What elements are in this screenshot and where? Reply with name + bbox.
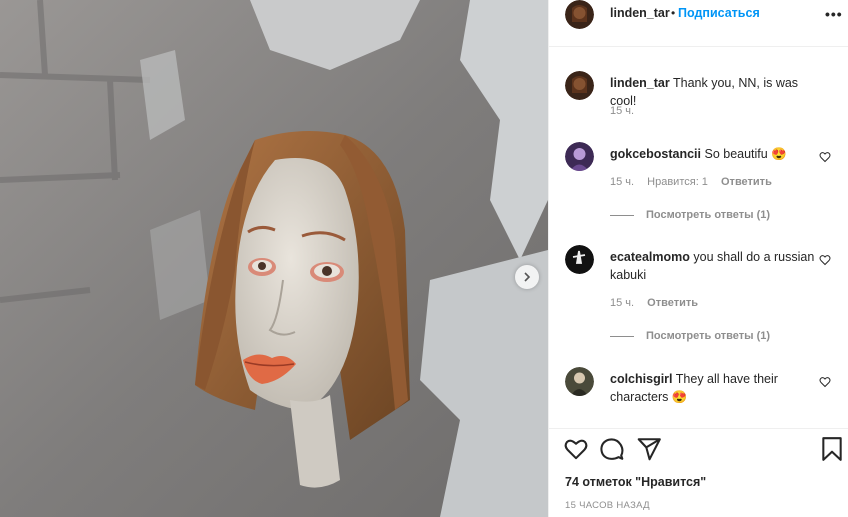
post-timestamp[interactable]: 15 ЧАСОВ НАЗАД bbox=[565, 500, 650, 511]
avatar[interactable] bbox=[565, 367, 594, 396]
bookmark-icon[interactable] bbox=[819, 436, 845, 462]
share-icon[interactable] bbox=[636, 436, 662, 462]
comment-text: ecatealmomo you shall do a russian kabuk… bbox=[610, 248, 815, 284]
actions-divider bbox=[549, 428, 848, 429]
comment-meta: 15 ч. Ответить bbox=[610, 297, 708, 309]
header-separator: • bbox=[671, 6, 676, 20]
follow-button[interactable]: Подписаться bbox=[678, 6, 760, 20]
avatar[interactable] bbox=[565, 245, 594, 274]
comment-username[interactable]: gokcebostancii bbox=[610, 147, 701, 161]
view-replies-label: Посмотреть ответы (1) bbox=[646, 209, 771, 221]
view-replies-button[interactable]: Посмотреть ответы (1) bbox=[610, 330, 770, 342]
heart-icon[interactable] bbox=[563, 436, 589, 462]
heart-icon[interactable] bbox=[819, 151, 831, 163]
post-photo bbox=[0, 0, 548, 517]
author-avatar[interactable] bbox=[565, 0, 594, 29]
comment-body: So beautifu 😍 bbox=[704, 147, 787, 161]
likes-count[interactable]: 74 отметок "Нравится" bbox=[565, 475, 706, 489]
view-replies-label: Посмотреть ответы (1) bbox=[646, 330, 771, 342]
comment-username[interactable]: linden_tar bbox=[610, 76, 670, 90]
post-header: linden_tar • Подписаться ••• bbox=[549, 0, 848, 30]
comment-meta: 15 ч. Нравится: 1 Ответить bbox=[610, 176, 782, 188]
chevron-right-icon bbox=[524, 272, 531, 282]
comment-icon[interactable] bbox=[599, 436, 625, 462]
comment-text: colchisgirl They all have their characte… bbox=[610, 370, 815, 406]
reply-button[interactable]: Ответить bbox=[721, 176, 772, 188]
comments-list[interactable]: linden_tar Thank you, NN, is was cool! 1… bbox=[549, 47, 848, 428]
comment-username[interactable]: ecatealmomo bbox=[610, 250, 690, 264]
heart-icon[interactable] bbox=[819, 254, 831, 266]
divider bbox=[610, 214, 634, 216]
comment-time: 15 ч. bbox=[610, 176, 635, 188]
action-bar bbox=[549, 436, 848, 466]
comment-likes[interactable]: Нравится: 1 bbox=[647, 176, 708, 188]
more-options-button[interactable]: ••• bbox=[825, 6, 843, 22]
avatar[interactable] bbox=[565, 71, 594, 100]
avatar[interactable] bbox=[565, 142, 594, 171]
view-replies-button[interactable]: Посмотреть ответы (1) bbox=[610, 209, 770, 221]
comment-text: gokcebostancii So beautifu 😍 bbox=[610, 145, 815, 163]
reply-button[interactable]: Ответить bbox=[647, 297, 698, 309]
heart-icon[interactable] bbox=[819, 376, 831, 388]
author-username[interactable]: linden_tar bbox=[610, 6, 670, 20]
comment-meta: 15 ч. bbox=[610, 105, 644, 117]
comment-time: 15 ч. bbox=[610, 297, 635, 309]
post-media[interactable] bbox=[0, 0, 548, 517]
post-sidebar: linden_tar • Подписаться ••• linden_tar … bbox=[548, 0, 848, 517]
comment-time: 15 ч. bbox=[610, 105, 635, 117]
comment-username[interactable]: colchisgirl bbox=[610, 372, 673, 386]
next-media-button[interactable] bbox=[515, 265, 539, 289]
divider bbox=[610, 335, 634, 337]
